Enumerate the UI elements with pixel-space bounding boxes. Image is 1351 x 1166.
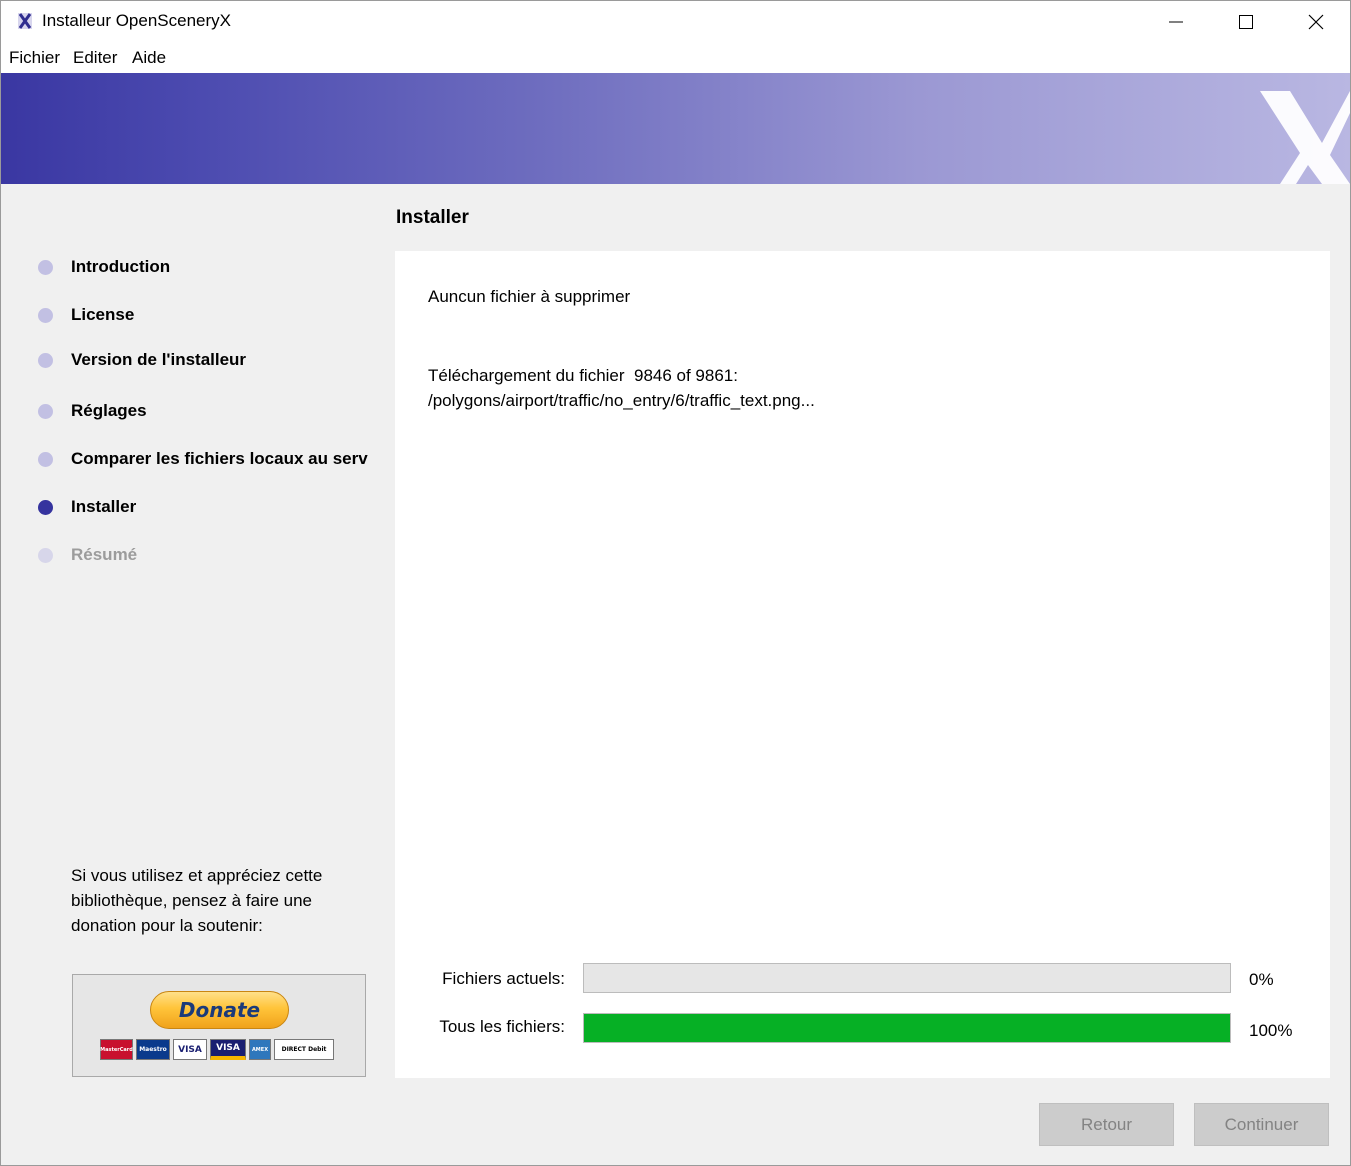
step-license: License bbox=[38, 305, 134, 325]
menu-fichier[interactable]: Fichier bbox=[9, 48, 60, 68]
visa-electron-icon: VISA bbox=[210, 1039, 246, 1060]
menu-editer[interactable]: Editer bbox=[73, 48, 117, 68]
visa-icon: VISA bbox=[173, 1039, 207, 1060]
window-title: Installeur OpenSceneryX bbox=[42, 11, 231, 30]
all-files-progress bbox=[583, 1013, 1231, 1043]
mastercard-icon: MasterCard bbox=[100, 1039, 133, 1060]
continue-button[interactable]: Continuer bbox=[1194, 1103, 1329, 1146]
menu-bar: Fichier Editer Aide bbox=[1, 42, 1350, 73]
amex-icon: AMEX bbox=[249, 1039, 271, 1060]
current-files-progress bbox=[583, 963, 1231, 993]
step-label: Réglages bbox=[71, 401, 147, 420]
step-dot bbox=[38, 259, 53, 275]
install-panel: Auncun fichier à supprimer Téléchargemen… bbox=[395, 251, 1330, 1078]
installer-window: Installeur OpenSceneryX Fichier Editer A… bbox=[0, 0, 1351, 1166]
donate-button[interactable]: Donate bbox=[150, 991, 289, 1029]
maximize-button[interactable] bbox=[1223, 1, 1269, 42]
close-button[interactable] bbox=[1293, 1, 1339, 42]
donate-label: Donate bbox=[178, 998, 261, 1022]
step-comparer: Comparer les fichiers locaux au serv bbox=[38, 449, 368, 469]
maestro-icon: Maestro bbox=[136, 1039, 170, 1060]
maximize-icon bbox=[1239, 14, 1253, 29]
step-label: Version de l'installeur bbox=[71, 350, 247, 369]
donate-text: Si vous utilisez et appréciez cette bibl… bbox=[71, 866, 323, 935]
step-label: Installer bbox=[71, 497, 137, 516]
step-dot bbox=[38, 547, 53, 563]
opensceneryx-x-logo bbox=[1260, 91, 1350, 184]
step-resume: Résumé bbox=[38, 545, 137, 565]
current-files-value: 0% bbox=[1249, 970, 1274, 989]
delete-status: Auncun fichier à supprimer bbox=[428, 287, 631, 306]
step-dot bbox=[38, 451, 53, 467]
title-bar: Installeur OpenSceneryX bbox=[1, 1, 1350, 42]
minimize-icon bbox=[1169, 21, 1183, 22]
page-title: Installer bbox=[396, 207, 469, 228]
all-files-label: Tous les fichiers: bbox=[439, 1017, 565, 1036]
close-icon bbox=[1308, 14, 1324, 29]
step-label: Introduction bbox=[71, 257, 171, 276]
download-file-path: /polygons/airport/traffic/no_entry/6/tra… bbox=[428, 391, 815, 410]
current-files-label: Fichiers actuels: bbox=[442, 969, 565, 988]
step-dot bbox=[38, 307, 53, 323]
step-label: License bbox=[71, 305, 135, 324]
header-banner bbox=[1, 73, 1350, 184]
all-files-value: 100% bbox=[1249, 1021, 1293, 1040]
step-installer: Installer bbox=[38, 497, 136, 517]
step-dot bbox=[38, 352, 53, 368]
step-dot bbox=[38, 403, 53, 419]
step-label: Résumé bbox=[71, 545, 138, 564]
step-reglages: Réglages bbox=[38, 401, 147, 421]
opensceneryx-icon bbox=[18, 13, 32, 29]
step-version: Version de l'installeur bbox=[38, 350, 246, 370]
step-dot-active bbox=[38, 499, 53, 515]
minimize-button[interactable] bbox=[1153, 1, 1199, 42]
donate-panel[interactable]: Donate MasterCard Maestro VISA VISA AMEX… bbox=[72, 974, 366, 1077]
direct-debit-icon: DIRECT Debit bbox=[274, 1039, 334, 1060]
back-button[interactable]: Retour bbox=[1039, 1103, 1174, 1146]
menu-aide[interactable]: Aide bbox=[132, 48, 166, 68]
all-files-progress-fill bbox=[584, 1014, 1230, 1042]
payment-cards: MasterCard Maestro VISA VISA AMEX DIRECT… bbox=[100, 1039, 334, 1060]
download-status: Téléchargement du fichier 9846 of 9861: bbox=[428, 366, 738, 385]
step-introduction: Introduction bbox=[38, 257, 170, 277]
step-label: Comparer les fichiers locaux au serv bbox=[71, 449, 368, 468]
